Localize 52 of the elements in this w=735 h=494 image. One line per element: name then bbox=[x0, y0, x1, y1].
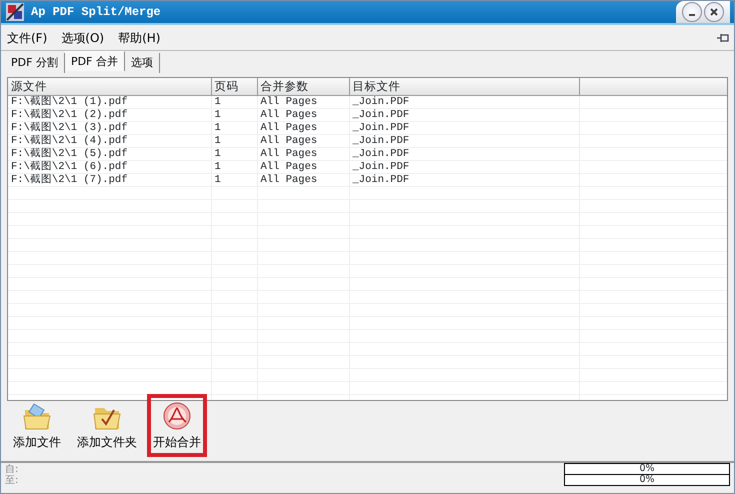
table-cell: _Join.PDF bbox=[349, 134, 579, 147]
table-cell: 1 bbox=[211, 173, 257, 186]
table-cell: F:\截图\2\1 (2).pdf bbox=[8, 108, 211, 121]
progress-reading: 0% bbox=[639, 463, 655, 474]
table-cell: F:\截图\2\1 (7).pdf bbox=[8, 173, 211, 186]
close-button[interactable] bbox=[704, 2, 724, 22]
table-cell: _Join.PDF bbox=[349, 121, 579, 134]
table-cell: 1 bbox=[211, 160, 257, 173]
table-cell: 1 bbox=[211, 134, 257, 147]
table-cell: _Join.PDF bbox=[349, 147, 579, 160]
column-header[interactable]: 合并参数 bbox=[257, 78, 349, 95]
table-cell: F:\截图\2\1 (3).pdf bbox=[8, 121, 211, 134]
menu-item[interactable]: 文件(F) bbox=[5, 28, 50, 46]
progress-reading: 0% bbox=[639, 474, 655, 485]
menu-item[interactable]: 帮助(H) bbox=[116, 28, 162, 46]
menu-item[interactable]: 选项(O) bbox=[59, 28, 106, 46]
app-icon bbox=[5, 2, 25, 22]
table-cell: 1 bbox=[211, 95, 257, 108]
minimize-icon bbox=[689, 14, 695, 16]
table-cell: F:\截图\2\1 (6).pdf bbox=[8, 160, 211, 173]
column-header[interactable]: 源文件 bbox=[8, 78, 211, 95]
window-title: Ap PDF Split/Merge bbox=[31, 4, 161, 21]
status-label: 自: bbox=[5, 464, 18, 475]
table-cell: _Join.PDF bbox=[349, 160, 579, 173]
table-cell: All Pages bbox=[257, 147, 349, 160]
table-cell: 1 bbox=[211, 108, 257, 121]
acrobat-icon bbox=[162, 400, 192, 430]
table-cell: All Pages bbox=[257, 121, 349, 134]
table-cell: 1 bbox=[211, 147, 257, 160]
table-cell: All Pages bbox=[257, 173, 349, 186]
status-label: 至: bbox=[5, 475, 18, 486]
table-cell: All Pages bbox=[257, 134, 349, 147]
table-cell: _Join.PDF bbox=[349, 108, 579, 121]
tab[interactable]: PDF 合并 bbox=[64, 51, 125, 71]
close-icon bbox=[709, 7, 719, 17]
toolbar-button[interactable]: 添加文件 bbox=[7, 394, 67, 457]
table-cell: F:\截图\2\1 (1).pdf bbox=[8, 95, 211, 108]
table-cell: _Join.PDF bbox=[349, 173, 579, 186]
tab[interactable]: 选项 bbox=[124, 53, 160, 73]
table-cell: All Pages bbox=[257, 108, 349, 121]
pin-icon[interactable] bbox=[716, 32, 730, 44]
toolbar-button[interactable]: 开始合并 bbox=[147, 394, 207, 457]
table-cell: 1 bbox=[211, 121, 257, 134]
minimize-button[interactable] bbox=[682, 2, 702, 22]
toolbar-button[interactable]: 添加文件夹 bbox=[71, 394, 143, 457]
table-cell: All Pages bbox=[257, 95, 349, 108]
column-header[interactable]: 页码 bbox=[211, 78, 257, 95]
table-cell: F:\截图\2\1 (5).pdf bbox=[8, 147, 211, 160]
table-cell: _Join.PDF bbox=[349, 95, 579, 108]
table-cell: All Pages bbox=[257, 160, 349, 173]
column-header[interactable]: 目标文件 bbox=[349, 78, 579, 95]
table-cell: F:\截图\2\1 (4).pdf bbox=[8, 134, 211, 147]
